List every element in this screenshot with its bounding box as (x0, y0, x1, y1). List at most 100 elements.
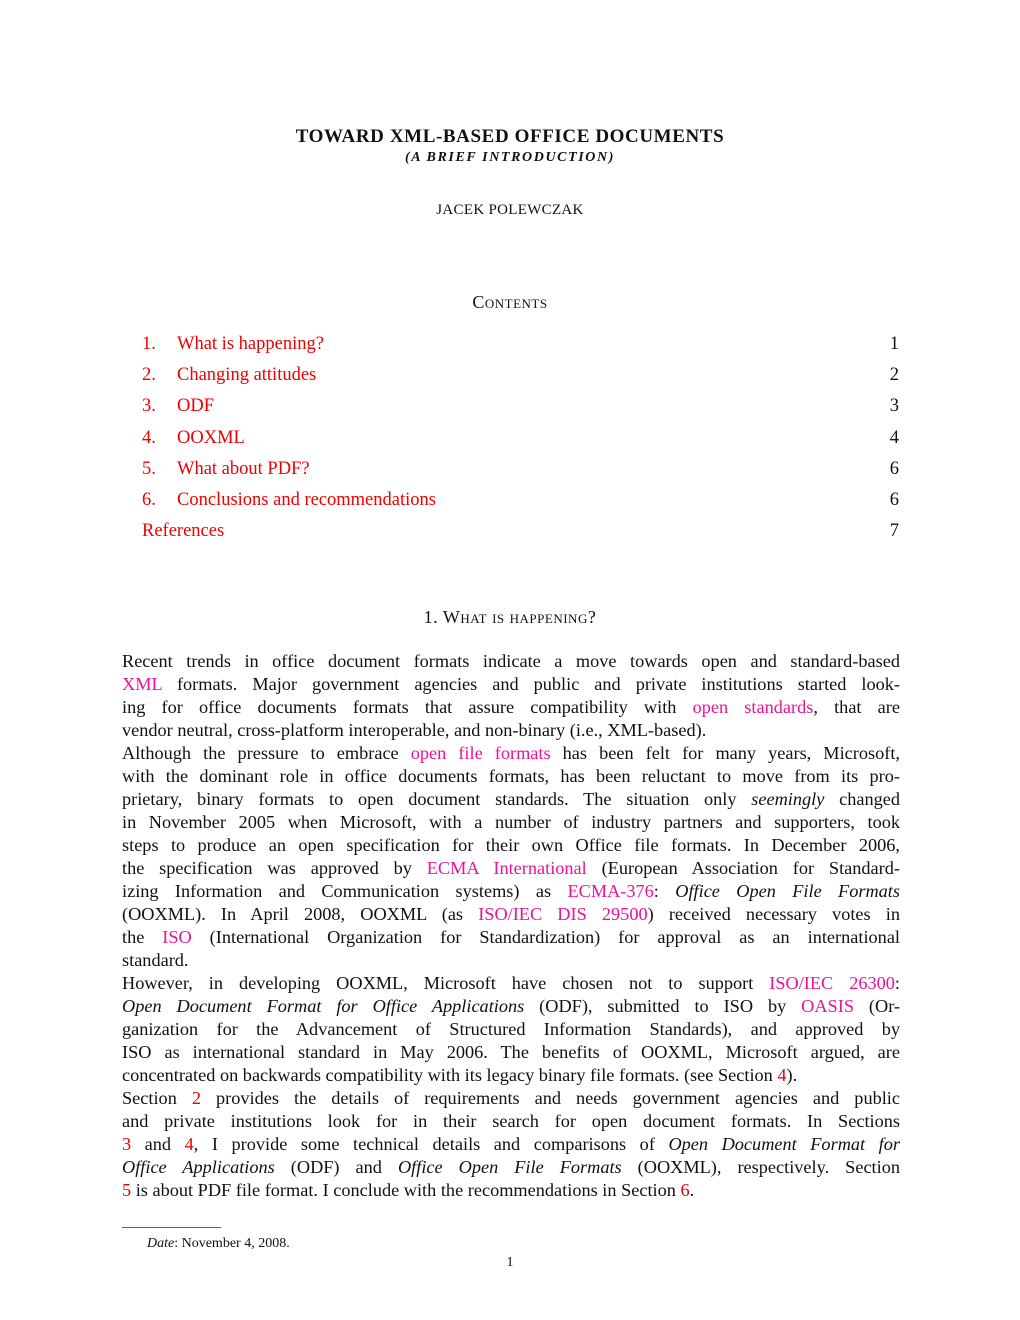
toc-entry-link[interactable]: Conclusions and recommendations (177, 490, 436, 511)
text: (European Association for Standard- (586, 858, 900, 878)
text: , I provide some technical details and c… (193, 1134, 669, 1154)
text: ISO as international standard in May 200… (122, 1042, 900, 1062)
text-line: ISO as international standard in May 200… (122, 1041, 900, 1064)
text-line: the specification was approved by ECMA I… (122, 857, 900, 880)
toc-entry-page: 1 (889, 334, 899, 354)
text: concentrated on backwards compatibility … (122, 1065, 778, 1085)
toc-entry-number: 4. (142, 427, 156, 448)
url-link[interactable]: ISO/IEC DIS 29500 (478, 904, 647, 924)
text: has been felt for many years, Microsoft, (550, 743, 900, 763)
text: the specification was approved by (122, 858, 427, 878)
text: ) received necessary votes in (647, 904, 900, 924)
document-author: JACEK POLEWCZAK (436, 202, 584, 218)
footnote-text: : November 4, 2008. (174, 1236, 290, 1251)
paragraph: Recent trends in office document formats… (122, 650, 900, 742)
text: (OOXML). In April 2008, OOXML (as (122, 904, 479, 924)
document-page: TOWARD XML-BASED OFFICE DOCUMENTS (A BRI… (0, 0, 1020, 1320)
text: prietary, binary formats to open documen… (122, 789, 752, 809)
section-ref-link[interactable]: 6 (680, 1180, 689, 1200)
toc-entry-link[interactable]: References (142, 521, 224, 542)
emphasis: Office Open File Formats (397, 1157, 622, 1177)
text-line: concentrated on backwards compatibility … (122, 1064, 900, 1087)
toc-entry[interactable]: References 7 (142, 521, 899, 552)
emphasis: Office Applications (122, 1157, 275, 1177)
text: Although the pressure to embrace (122, 743, 411, 763)
toc-entry-page: 3 (889, 396, 899, 417)
text: ing for office documents formats that as… (122, 697, 693, 717)
toc-entry-number: 6. (142, 489, 156, 510)
contents-heading: Contents (472, 292, 548, 312)
text: (ODF), submitted to ISO by (524, 996, 802, 1016)
text-line: Office Applications (ODF) and Office Ope… (122, 1156, 900, 1179)
document-title: TOWARD XML-BASED OFFICE DOCUMENTS (295, 126, 725, 147)
emphasis: Open Document Format for Office Applicat… (122, 996, 525, 1016)
text: provides the details of requirements and… (200, 1088, 901, 1108)
text: with the dominant role in office documen… (122, 766, 900, 786)
toc-entry-link[interactable]: Changing attitudes (177, 365, 316, 386)
toc-entry[interactable]: 4. OOXML 4 (142, 428, 899, 459)
toc-entry[interactable]: 5. What about PDF? 6 (142, 459, 899, 490)
url-link[interactable]: ECMA-376 (567, 881, 653, 901)
toc-entry-link[interactable]: What about PDF? (177, 459, 310, 480)
toc-entry-link[interactable]: OOXML (177, 428, 245, 449)
url-link[interactable]: ECMA International (427, 858, 587, 878)
url-link[interactable]: ISO/IEC 26300 (769, 973, 895, 993)
paragraph: However, in developing OOXML, Microsoft … (122, 972, 900, 1087)
section-ref-link[interactable]: 4 (185, 1134, 194, 1154)
text: : (894, 973, 901, 993)
footnote-label: Date (147, 1236, 175, 1251)
section-ref-link[interactable]: 2 (192, 1088, 201, 1108)
url-link[interactable]: ISO (162, 927, 191, 947)
text-line: 3 and 4, I provide some technical detail… (122, 1133, 900, 1156)
text: Recent trends in office document formats… (122, 651, 900, 671)
toc-entry-link[interactable]: ODF (177, 396, 214, 417)
text-line: ganization for the Advancement of Struct… (122, 1018, 900, 1041)
toc-entry-number: 1. (142, 334, 156, 354)
text-line: steps to produce an open specification f… (122, 834, 900, 857)
text-line: Section 2 provides the details of requir… (122, 1087, 900, 1110)
url-link[interactable]: open file formats (411, 743, 551, 763)
url-link[interactable]: XML (122, 674, 162, 694)
footnote-rule (122, 1227, 221, 1228)
text-line: in November 2005 when Microsoft, with a … (122, 811, 900, 834)
table-of-contents: 1. What is happening? 1 2. Changing atti… (142, 334, 899, 552)
text-line: ing for office documents formats that as… (122, 696, 900, 719)
text-line: with the dominant role in office documen… (122, 765, 900, 788)
emphasis: Open Document Format for (668, 1134, 900, 1154)
text: is about PDF file format. I conclude wit… (131, 1180, 681, 1200)
text-line: XML formats. Major government agencies a… (122, 673, 900, 696)
text: (International Organization for Standard… (191, 927, 901, 947)
text: : (653, 881, 676, 901)
url-link[interactable]: open standards (693, 697, 814, 717)
toc-entry-number: 2. (142, 365, 156, 386)
section-ref-link[interactable]: 4 (777, 1065, 786, 1085)
text-line: the ISO (International Organization for … (122, 926, 900, 949)
emphasis: Office Open File Formats (675, 881, 901, 901)
toc-entry[interactable]: 3. ODF 3 (142, 396, 899, 427)
toc-entry[interactable]: 1. What is happening? 1 (142, 334, 899, 365)
text-line: izing Information and Communication syst… (122, 880, 900, 903)
toc-entry-page: 7 (889, 521, 899, 542)
toc-entry-number: 3. (142, 396, 156, 417)
toc-entry-number: 5. (142, 458, 156, 479)
section-ref-link[interactable]: 5 (122, 1180, 131, 1200)
text: (Or- (853, 996, 901, 1016)
toc-entry-link[interactable]: What is happening? (177, 334, 324, 355)
text-line: Open Document Format for Office Applicat… (122, 995, 900, 1018)
toc-entry-page: 4 (889, 427, 899, 448)
toc-entry[interactable]: 6. Conclusions and recommendations 6 (142, 490, 899, 521)
text-line: However, in developing OOXML, Microsoft … (122, 972, 900, 995)
paragraph: Although the pressure to embrace open fi… (122, 742, 900, 972)
text-line: and private institutions look for in the… (122, 1110, 900, 1133)
toc-entry-page: 6 (889, 489, 899, 510)
text: standard. (122, 950, 189, 970)
section-ref-link[interactable]: 3 (122, 1134, 131, 1154)
text: Section (122, 1088, 192, 1108)
toc-entry[interactable]: 2. Changing attitudes 2 (142, 365, 899, 396)
text-line: Although the pressure to embrace open fi… (122, 742, 900, 765)
url-link[interactable]: OASIS (801, 996, 854, 1016)
section-body: Recent trends in office document formats… (122, 650, 900, 1202)
text: vendor neutral, cross-platform interoper… (122, 720, 707, 740)
text: , that are (813, 697, 900, 717)
toc-entry-page: 2 (889, 365, 899, 386)
